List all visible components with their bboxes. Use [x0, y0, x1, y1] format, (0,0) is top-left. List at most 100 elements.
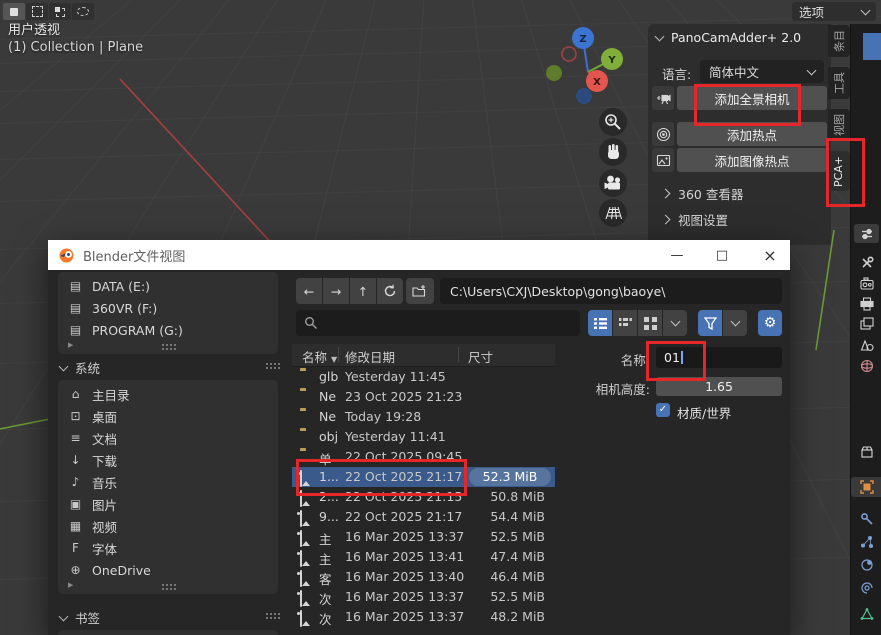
panel-header[interactable]: PanoCamAdder+ 2.0	[656, 30, 801, 45]
sort-desc-icon: ▼	[331, 355, 337, 364]
resize-handle-icon[interactable]	[162, 344, 164, 346]
sidebar-tab[interactable]: 工具	[828, 67, 850, 99]
tab-physics[interactable]	[851, 555, 881, 575]
sidebar-system-item[interactable]: ⊕ OneDrive	[58, 559, 278, 581]
sidebar-system-item[interactable]: ♪ 音乐	[58, 471, 278, 493]
language-select[interactable]: 简体中文	[700, 60, 824, 83]
close-button[interactable]: ×	[753, 240, 787, 270]
path-field[interactable]: C:\Users\CXJ\Desktop\gong\baoye\	[440, 278, 782, 304]
thumbnail-grid-icon	[644, 317, 657, 330]
add-hotspot-button[interactable]: 添加热点	[677, 122, 827, 146]
display-settings-dropdown[interactable]	[663, 310, 687, 336]
file-browser-dialog: Blender文件视图 — □ × ▤ DATA (E:) ▤ 360VR (F…	[48, 240, 790, 635]
maximize-button[interactable]: □	[705, 240, 739, 270]
chevron-down-icon	[861, 5, 871, 15]
tab-collection[interactable]	[851, 442, 881, 462]
settings-button[interactable]: ⚙	[758, 310, 782, 336]
file-row[interactable]: 次 16 Mar 2025 13:37 52.5 MiB	[292, 587, 555, 607]
sidebar-system-item[interactable]: ↓ 下载	[58, 449, 278, 471]
tab-output[interactable]	[851, 294, 881, 314]
filter-button[interactable]	[698, 310, 722, 336]
resize-handle-icon[interactable]	[162, 584, 164, 586]
horizontal-list-icon	[619, 317, 632, 330]
dialog-titlebar[interactable]: Blender文件视图 — □ ×	[48, 240, 790, 270]
sidebar-volume-item[interactable]: ▤ DATA (E:)	[58, 275, 278, 297]
tab-particles[interactable]	[851, 532, 881, 552]
sidebar-tab[interactable]: 视图	[828, 109, 850, 141]
bookmarks-box	[58, 630, 278, 635]
camera-height-field[interactable]: 1.65	[656, 377, 782, 396]
zoom-button[interactable]	[599, 108, 627, 136]
tweak-select-button[interactable]	[3, 3, 25, 20]
resize-handle-icon[interactable]	[266, 363, 268, 365]
perspective-toggle-button[interactable]	[599, 199, 627, 227]
resize-handle-icon[interactable]	[266, 613, 268, 615]
tab-tool[interactable]	[851, 253, 881, 273]
box-select-button[interactable]	[26, 3, 48, 20]
tab-object-data[interactable]	[851, 604, 881, 624]
lasso-select-button[interactable]	[72, 3, 94, 20]
expand-triangle-icon[interactable]: ▶	[68, 581, 73, 589]
tab-modifiers[interactable]	[851, 509, 881, 529]
pan-button[interactable]	[599, 138, 627, 166]
vertical-list-button[interactable]	[588, 310, 612, 336]
name-input[interactable]: 01	[656, 347, 782, 368]
circle-select-button[interactable]	[49, 3, 71, 20]
section-360-viewer[interactable]: 360 查看器	[662, 184, 743, 203]
tab-scene[interactable]	[851, 335, 881, 355]
column-date[interactable]: 修改日期	[345, 347, 395, 366]
tab-object[interactable]	[851, 477, 881, 497]
horizontal-list-button[interactable]	[613, 310, 637, 336]
file-row[interactable]: 2... 22 Oct 2025 21:15 50.8 MiB	[292, 487, 555, 507]
section-view-settings[interactable]: 视图设置	[662, 210, 728, 229]
file-row[interactable]: Ne 23 Oct 2025 21:23	[292, 387, 555, 407]
new-folder-button[interactable]	[406, 278, 434, 304]
add-pano-camera-button[interactable]: 添加全景相机	[677, 86, 827, 110]
sidebar-system-item[interactable]: ⌂ 主目录	[58, 383, 278, 405]
tab-render[interactable]	[851, 274, 881, 294]
file-row[interactable]: Ne Today 19:28	[292, 407, 555, 427]
sidebar-system-item[interactable]: ≡ 文档	[58, 427, 278, 449]
sidebar-system-item[interactable]: ▦ 视频	[58, 515, 278, 537]
back-button[interactable]: ←	[296, 278, 322, 304]
file-row[interactable]: obj Yesterday 11:41	[292, 427, 555, 447]
refresh-button[interactable]	[377, 278, 403, 304]
file-row[interactable]: 单 22 Oct 2025 09:45	[292, 447, 555, 467]
camera-view-button[interactable]	[599, 169, 627, 197]
search-input[interactable]	[296, 310, 580, 336]
sidebar-volume-item[interactable]: ▤ PROGRAM (G:)	[58, 319, 278, 341]
tab-world[interactable]	[851, 356, 881, 376]
up-button[interactable]: ↑	[350, 278, 376, 304]
tab-view-layer[interactable]	[851, 314, 881, 334]
filter-settings-dropdown[interactable]	[723, 310, 747, 336]
sidebar-system-item[interactable]: F 字体	[58, 537, 278, 559]
options-dropdown[interactable]: 选项	[792, 2, 876, 21]
system-section-header[interactable]: 系统	[60, 358, 100, 377]
editor-type-button[interactable]	[854, 224, 879, 243]
sidebar-system-item[interactable]: ⊡ 桌面	[58, 405, 278, 427]
sidebar-volume-item[interactable]: ▤ 360VR (F:)	[58, 297, 278, 319]
file-type-icon	[300, 590, 302, 607]
column-size[interactable]: 尺寸	[468, 347, 493, 366]
file-row[interactable]: 次 16 Mar 2025 13:37 48.2 MiB	[292, 607, 555, 627]
tab-constraints[interactable]	[851, 578, 881, 598]
navigation-gizmo[interactable]: Z Y X	[540, 25, 640, 110]
file-row[interactable]: 客 16 Mar 2025 13:40 46.4 MiB	[292, 567, 555, 587]
forward-button[interactable]: →	[323, 278, 349, 304]
file-row[interactable]: 9... 22 Oct 2025 21:17 54.4 MiB	[292, 507, 555, 527]
sidebar-tab[interactable]: 条目	[828, 25, 850, 57]
bookmarks-section-header[interactable]: 书签	[60, 608, 100, 627]
file-row[interactable]: 1... 22 Oct 2025 21:17 52.3 MiB	[292, 467, 555, 487]
minimize-button[interactable]: —	[660, 240, 694, 270]
thumbnail-view-button[interactable]	[638, 310, 662, 336]
file-type-icon	[300, 530, 302, 547]
material-world-checkbox[interactable]: ✓	[656, 403, 670, 417]
file-row[interactable]: 主 16 Mar 2025 13:41 47.4 MiB	[292, 547, 555, 567]
file-row[interactable]: glb Yesterday 11:45	[292, 367, 555, 387]
add-image-hotspot-button[interactable]: 添加图像热点	[677, 148, 827, 172]
column-name[interactable]: 名称 ▼	[302, 347, 337, 366]
sidebar-tab[interactable]: PCA+	[828, 151, 850, 191]
sidebar-system-item[interactable]: ▣ 图片	[58, 493, 278, 515]
expand-triangle-icon[interactable]: ▶	[68, 341, 73, 349]
file-row[interactable]: 主 16 Mar 2025 13:37 52.5 MiB	[292, 527, 555, 547]
